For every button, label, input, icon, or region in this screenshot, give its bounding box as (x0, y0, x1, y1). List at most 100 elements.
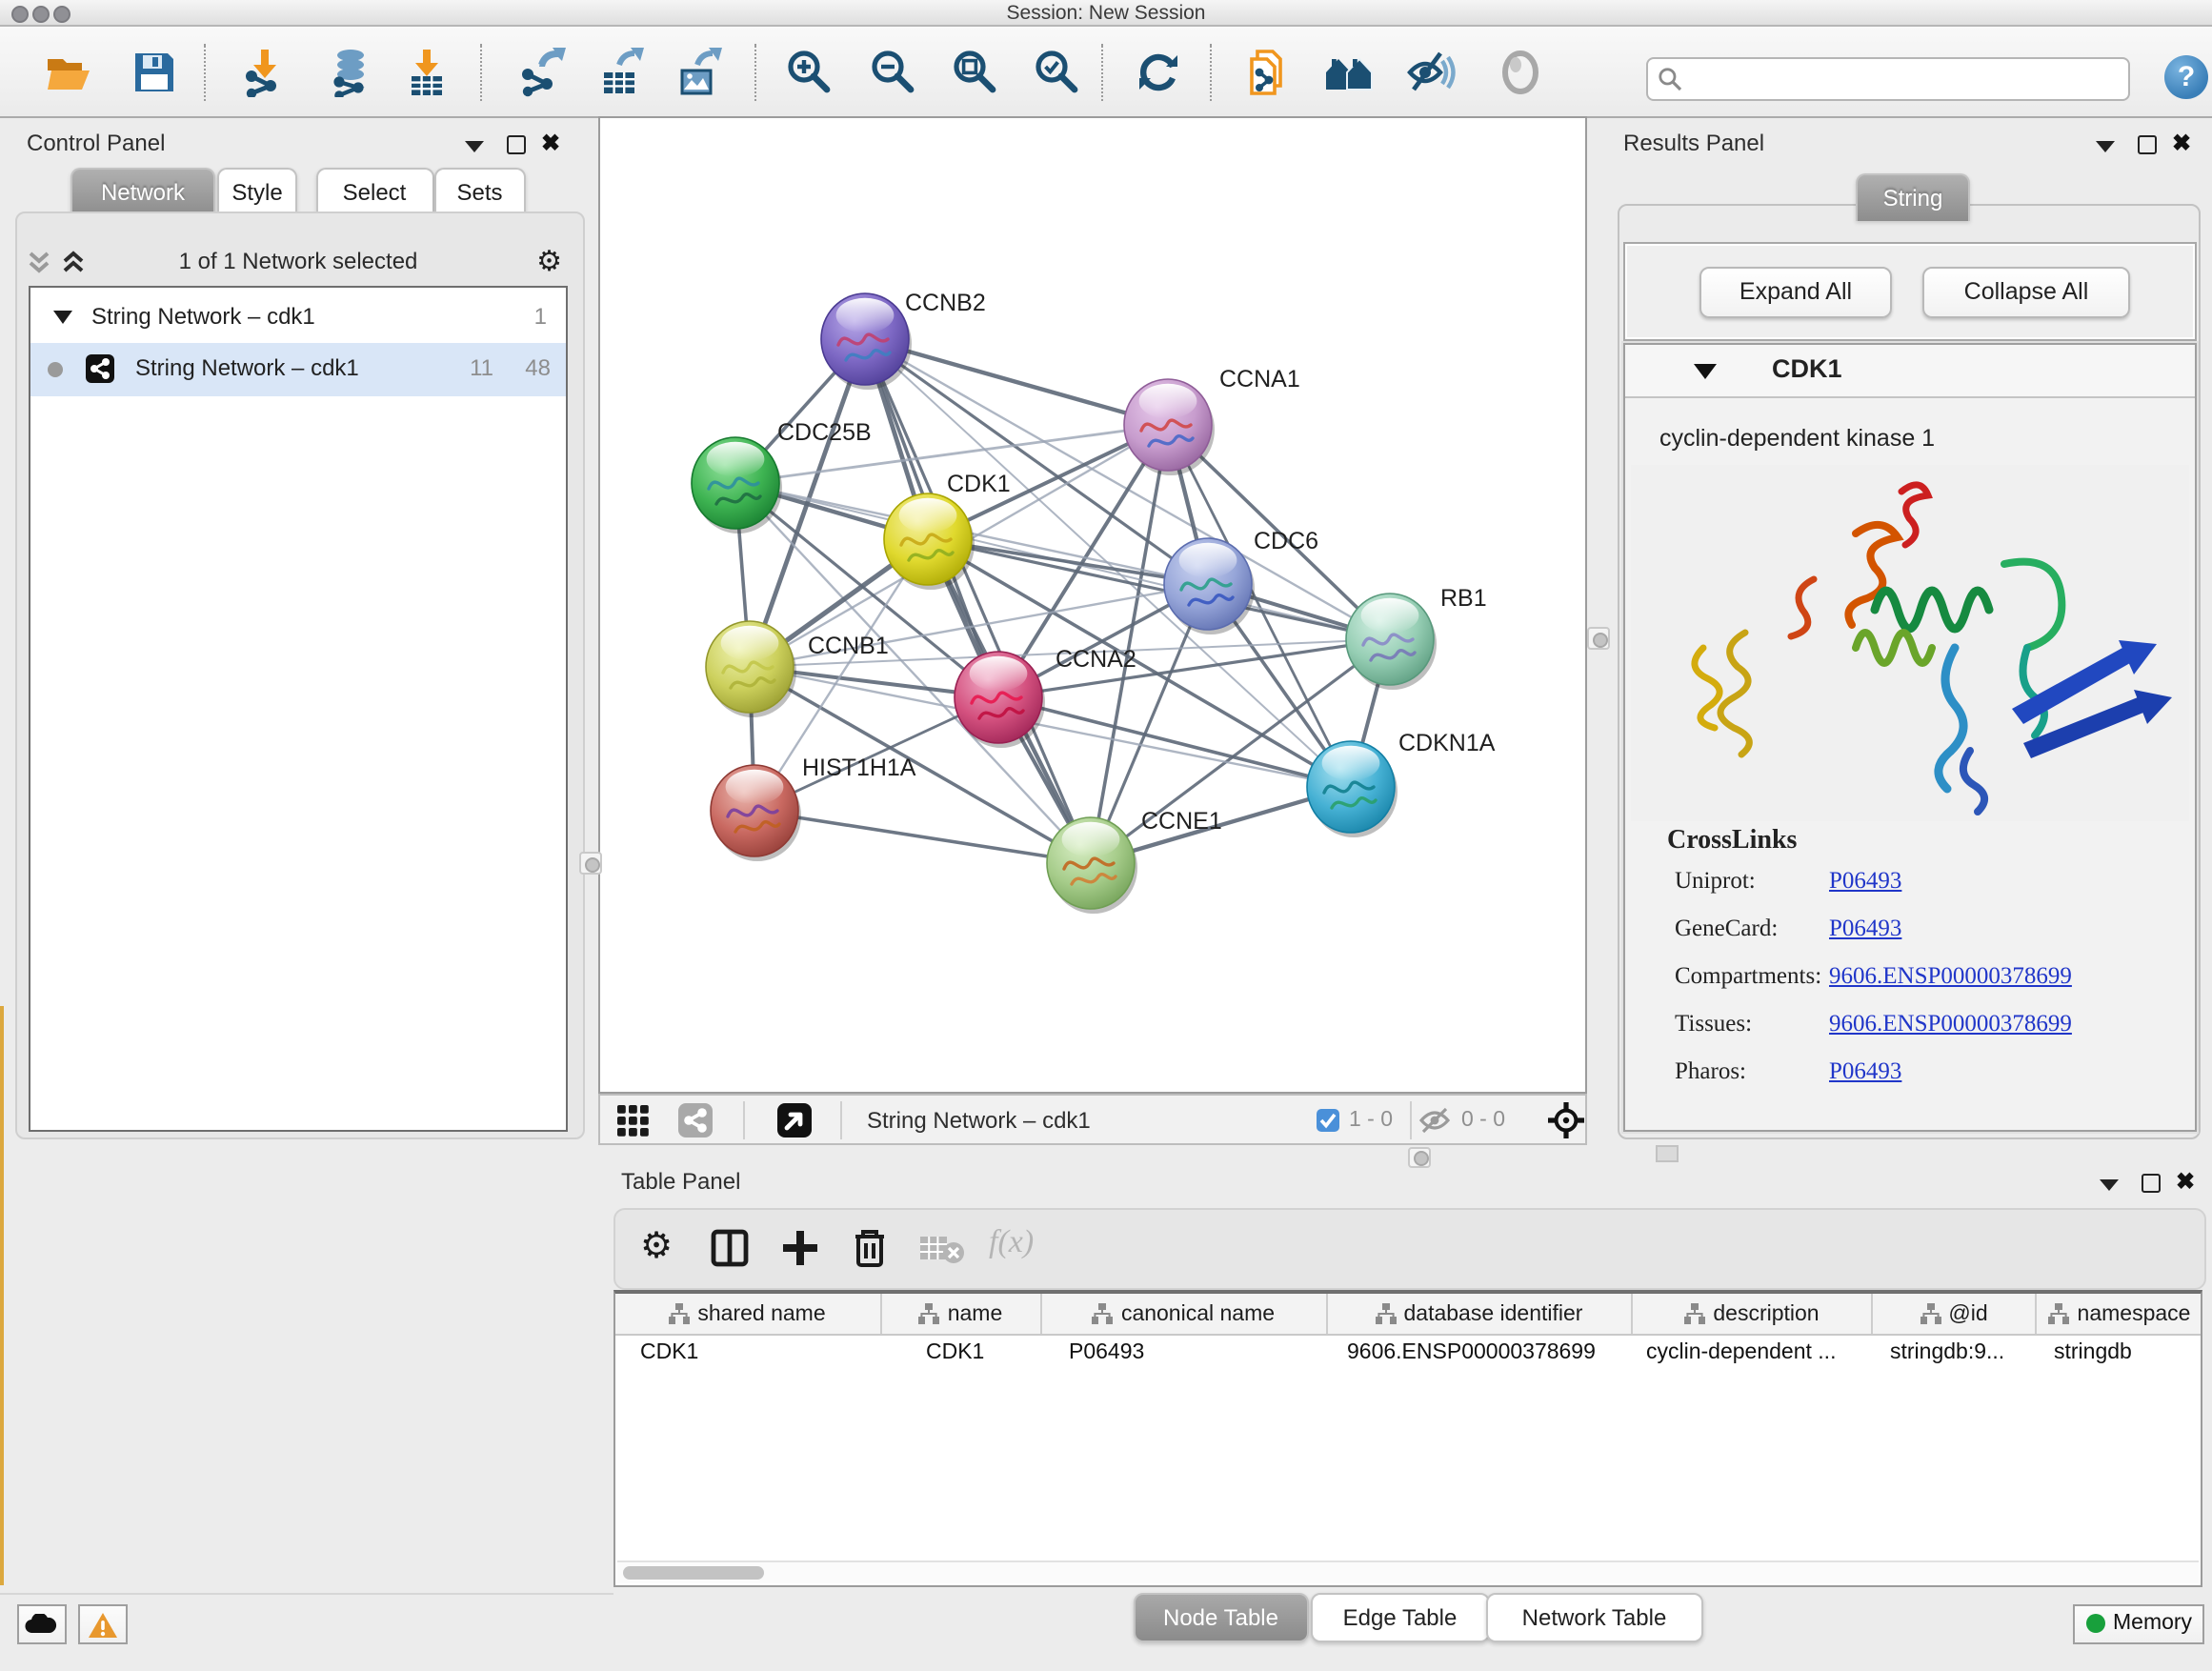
network-collection-row[interactable]: String Network – cdk1 1 (30, 293, 566, 343)
network-node-ccna1[interactable]: CCNA1 (1124, 366, 1300, 475)
section-collapse-icon[interactable] (1694, 364, 1717, 379)
crosslink-label: Pharos: (1675, 1057, 1746, 1084)
cloud-status-button[interactable] (17, 1604, 67, 1644)
crosslink-value-link[interactable]: 9606.ENSP00000378699 (1829, 1010, 2072, 1038)
birds-eye-view-icon[interactable] (777, 1103, 812, 1137)
export-table-icon[interactable] (594, 48, 644, 97)
tab-edge-table[interactable]: Edge Table (1310, 1593, 1490, 1642)
panel-float-icon[interactable] (2100, 1179, 2119, 1191)
panel-close-icon[interactable]: ✖ (2176, 1168, 2195, 1195)
tab-network[interactable]: Network (70, 168, 215, 215)
column-header-sharedname[interactable]: shared name (615, 1294, 881, 1334)
show-all-eye-icon[interactable] (1496, 48, 1545, 97)
network-node-ccna2[interactable]: CCNA2 (955, 646, 1136, 748)
add-column-icon[interactable] (781, 1229, 819, 1267)
crosslink-row: Pharos:P06493 (1675, 1057, 1746, 1086)
column-header-name[interactable]: name (881, 1294, 1042, 1334)
network-node-ccne1[interactable]: CCNE1 (1047, 808, 1222, 914)
panel-maximize-icon[interactable] (2142, 1174, 2161, 1193)
panel-close-icon[interactable]: ✖ (541, 130, 560, 156)
window-title: Session: New Session (0, 2, 2212, 25)
column-type-icon (1920, 1303, 1941, 1324)
delete-column-trash-icon[interactable] (852, 1227, 888, 1269)
node-label: RB1 (1440, 585, 1487, 612)
crosslink-row: Compartments:9606.ENSP00000378699 (1675, 962, 1821, 991)
hidden-eye-icon (1419, 1107, 1450, 1134)
column-type-icon (669, 1303, 690, 1324)
table-panel-title: Table Panel (621, 1168, 740, 1195)
bottom-splitter-handle[interactable] (1408, 1147, 1431, 1168)
export-image-icon[interactable] (673, 48, 722, 97)
table-cell: stringdb:9... (1890, 1341, 2004, 1364)
gene-section-header[interactable]: CDK1 (1625, 345, 2195, 398)
save-session-icon[interactable] (130, 48, 179, 97)
results-scroll-grip[interactable] (1656, 1145, 1679, 1162)
import-database-icon[interactable] (326, 48, 375, 97)
table-options-gear-icon[interactable]: ⚙ (640, 1225, 673, 1267)
network-node-cdk1[interactable]: CDK1 (884, 471, 1011, 590)
gene-section: CDK1 cyclin-dependent kinase 1 CrossLink… (1623, 343, 2197, 1132)
zoom-fit-icon[interactable] (951, 48, 1000, 97)
tab-string[interactable]: String (1856, 173, 1970, 221)
collapse-all-button[interactable]: Collapse All (1922, 267, 2130, 318)
tab-style[interactable]: Style (217, 168, 297, 215)
panel-close-icon[interactable]: ✖ (2172, 130, 2191, 156)
import-table-icon[interactable] (402, 48, 452, 97)
clone-network-icon[interactable] (1242, 48, 1292, 97)
import-network-icon[interactable] (240, 48, 290, 97)
scrollbar-thumb[interactable] (623, 1566, 764, 1580)
grid-view-icon[interactable] (617, 1105, 650, 1137)
network-node-rb1[interactable]: RB1 (1346, 585, 1487, 690)
tree-expand-icon[interactable] (53, 311, 72, 324)
panel-float-icon[interactable] (465, 141, 484, 152)
show-columns-icon[interactable] (711, 1229, 749, 1267)
expand-all-button[interactable]: Expand All (1699, 267, 1892, 318)
toolbar-separator (840, 1101, 842, 1139)
warning-status-button[interactable] (78, 1604, 128, 1644)
search-icon (1658, 67, 1682, 91)
tab-sets[interactable]: Sets (434, 168, 525, 215)
zoom-in-icon[interactable] (785, 48, 835, 97)
network-graph[interactable]: CCNB2CCNA1CDC25BCDK1CDC6RB1CCNB1CCNA2CDK… (598, 116, 1587, 1094)
network-edge (754, 811, 1091, 863)
column-header-databaseidentifier[interactable]: database identifier (1327, 1294, 1633, 1334)
network-view-icon[interactable] (678, 1103, 713, 1137)
tab-network-table[interactable]: Network Table (1486, 1593, 1702, 1642)
home-networks-icon[interactable] (1324, 48, 1374, 97)
network-node-cdkn1a[interactable]: CDKN1A (1307, 730, 1496, 837)
tab-select[interactable]: Select (315, 168, 433, 215)
toolbar-separator (1101, 44, 1103, 101)
panel-float-icon[interactable] (2096, 141, 2115, 152)
left-splitter-handle[interactable] (579, 852, 602, 875)
gene-description: cyclin-dependent kinase 1 (1659, 425, 1935, 452)
network-row-selected[interactable]: String Network – cdk1 11 48 (30, 343, 566, 396)
column-header-description[interactable]: description (1633, 1294, 1873, 1334)
zoom-out-icon[interactable] (869, 48, 918, 97)
refresh-icon[interactable] (1134, 48, 1183, 97)
crosslink-row: Uniprot:P06493 (1675, 867, 1756, 896)
crosslink-value-link[interactable]: P06493 (1829, 915, 1901, 943)
zoom-selected-icon[interactable] (1033, 48, 1082, 97)
column-header-canonicalname[interactable]: canonical name (1042, 1294, 1327, 1334)
fit-selection-crosshair-icon[interactable] (1547, 1101, 1585, 1139)
column-header-id[interactable]: @id (1873, 1294, 2037, 1334)
crosslink-value-link[interactable]: P06493 (1829, 1057, 1901, 1086)
right-splitter-handle[interactable] (1587, 627, 1610, 650)
open-session-icon[interactable] (44, 48, 93, 97)
hide-selected-eye-icon[interactable] (1406, 48, 1456, 97)
panel-maximize-icon[interactable] (507, 135, 526, 154)
crosslink-value-link[interactable]: 9606.ENSP00000378699 (1829, 962, 2072, 991)
memory-button[interactable]: Memory (2073, 1604, 2204, 1644)
selected-nodes-checkbox-icon[interactable] (1317, 1109, 1339, 1132)
column-header-namespace[interactable]: namespace (2037, 1294, 2202, 1334)
node-label: CCNB1 (808, 633, 889, 659)
tab-node-table[interactable]: Node Table (1134, 1593, 1308, 1642)
help-icon[interactable]: ? (2164, 55, 2208, 99)
toolbar-separator (480, 44, 482, 101)
search-input[interactable] (1690, 61, 2121, 97)
crosslink-value-link[interactable]: P06493 (1829, 867, 1901, 896)
network-options-gear-icon[interactable]: ⚙ (536, 244, 562, 278)
panel-maximize-icon[interactable] (2138, 135, 2157, 154)
export-network-icon[interactable] (516, 48, 566, 97)
network-node-hist1h1a[interactable]: HIST1H1A (711, 755, 916, 861)
